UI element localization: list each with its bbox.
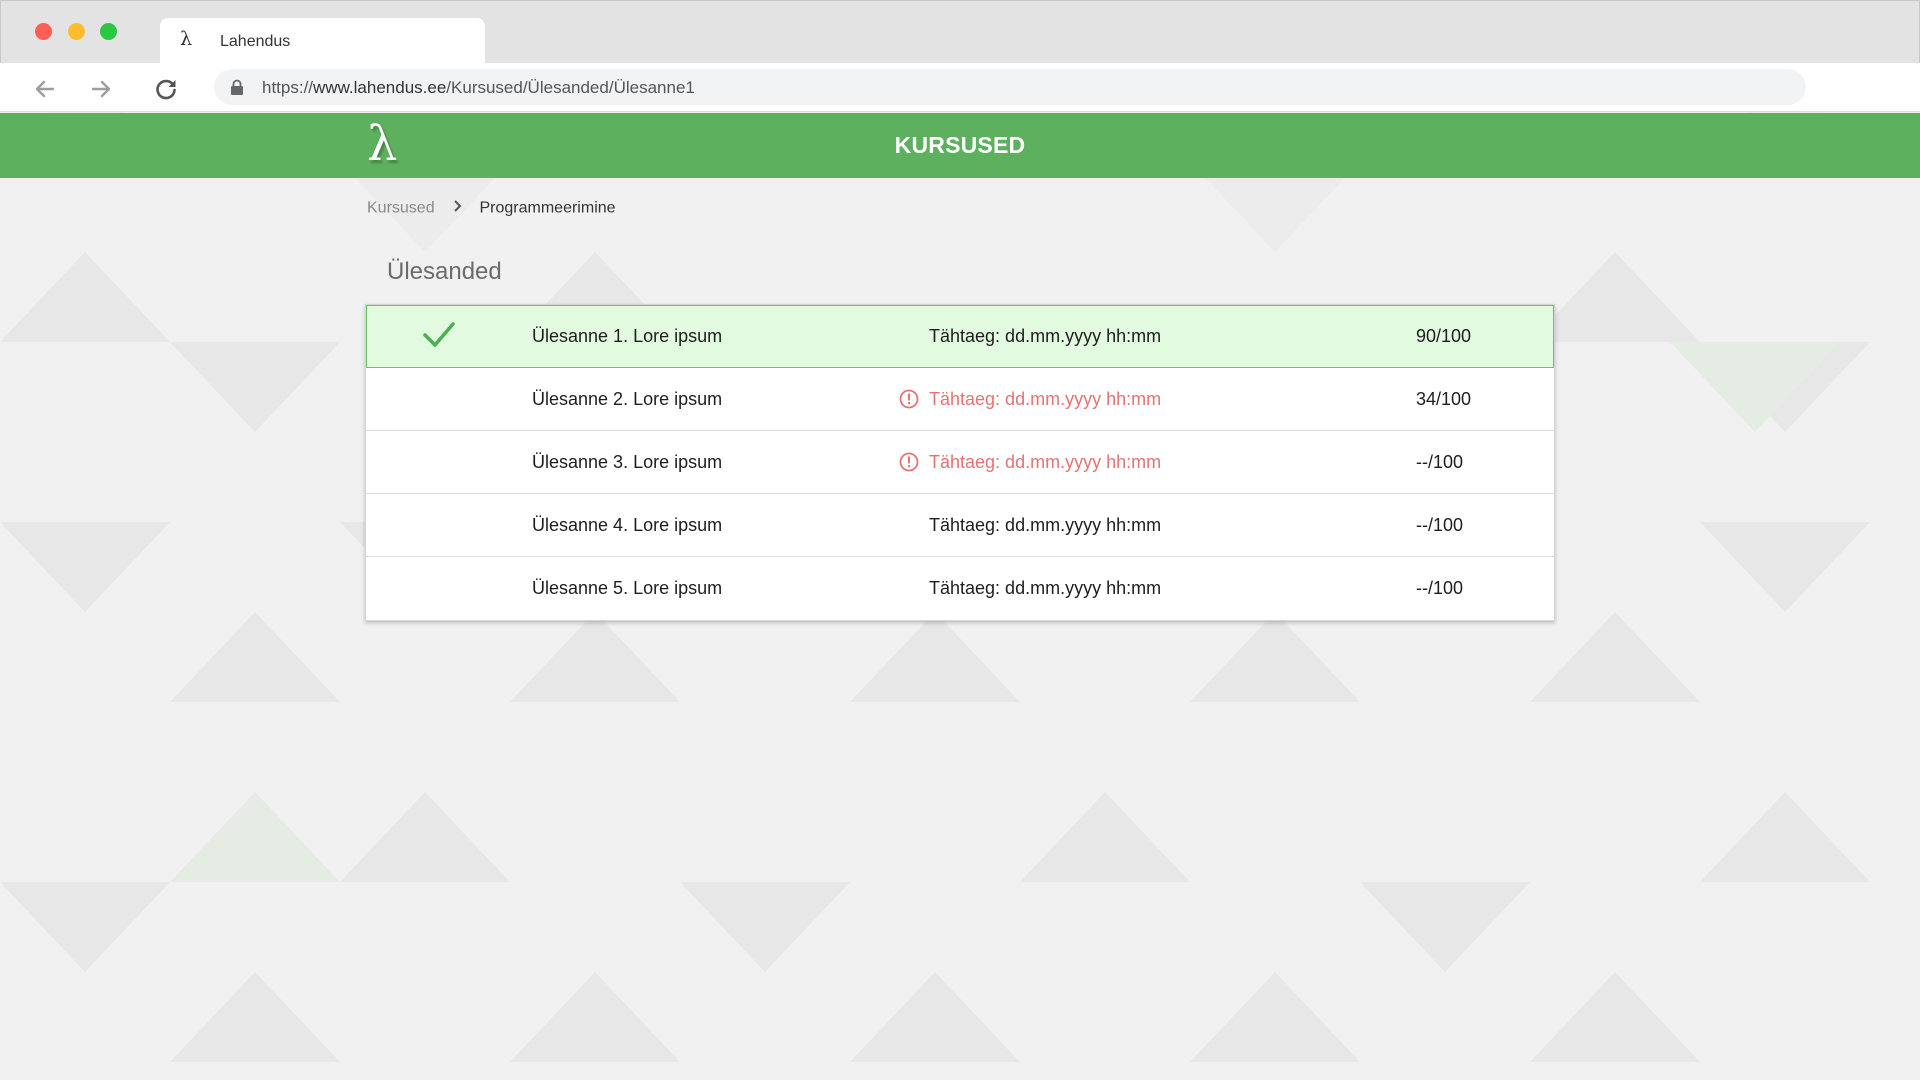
tab-title: Lahendus [220, 33, 291, 50]
url-text[interactable]: https://www.lahendus.ee/Kursused/Ülesand… [262, 78, 695, 98]
task-deadline: Tähtaeg: dd.mm.yyyy hh:mm [929, 452, 1162, 472]
task-score: --/100 [1416, 452, 1464, 472]
breadcrumb: Kursused Programmeerimine [367, 199, 616, 218]
breadcrumb-current: Programmeerimine [479, 199, 616, 217]
url-path: /Kursused/Ülesanded/Ülesanne1 [446, 78, 695, 97]
task-deadline: Tähtaeg: dd.mm.yyyy hh:mm [929, 389, 1162, 409]
url-host: www.lahendus.ee [313, 78, 447, 97]
browser-titlebar: λ Lahendus [0, 0, 1920, 64]
task-score: 90/100 [1416, 326, 1472, 346]
task-row[interactable]: Ülesanne 4. Lore ipsum Tähtaeg: dd.mm.yy… [366, 494, 1554, 557]
lambda-favicon-icon: λ [180, 28, 193, 50]
task-deadline: Tähtaeg: dd.mm.yyyy hh:mm [929, 578, 1162, 598]
task-score: --/100 [1416, 515, 1464, 535]
task-name: Ülesanne 5. Lore ipsum [532, 578, 723, 598]
page-title: KURSUSED [894, 132, 1026, 158]
breadcrumb-link-kursused[interactable]: Kursused [367, 200, 435, 217]
task-list: Ülesanne 1. Lore ipsum Tähtaeg: dd.mm.yy… [365, 304, 1555, 621]
browser-tab[interactable]: λ Lahendus [160, 18, 485, 64]
address-bar[interactable]: https://www.lahendus.ee/Kursused/Ülesand… [214, 69, 1806, 105]
task-name: Ülesanne 3. Lore ipsum [532, 452, 723, 472]
task-score: --/100 [1416, 578, 1464, 598]
task-name: Ülesanne 4. Lore ipsum [532, 515, 723, 535]
task-row[interactable]: Ülesanne 1. Lore ipsum Tähtaeg: dd.mm.yy… [366, 305, 1554, 368]
url-scheme: https:// [262, 78, 314, 97]
arrow-right-icon[interactable] [87, 75, 115, 103]
task-row[interactable]: Ülesanne 5. Lore ipsum Tähtaeg: dd.mm.yy… [366, 557, 1554, 620]
checkmark-icon [422, 320, 456, 350]
lock-icon [230, 79, 244, 95]
section-title: Ülesanded [387, 258, 502, 285]
task-row[interactable]: Ülesanne 2. Lore ipsum Tähtaeg: dd.mm.yy… [366, 368, 1554, 431]
task-row[interactable]: Ülesanne 3. Lore ipsum Tähtaeg: dd.mm.yy… [366, 431, 1554, 494]
alert-circle-icon [899, 452, 919, 472]
chevron-right-icon [453, 199, 463, 218]
browser-toolbar: https://www.lahendus.ee/Kursused/Ülesand… [0, 63, 1920, 112]
task-name: Ülesanne 1. Lore ipsum [532, 326, 723, 346]
maximize-window-button[interactable] [100, 23, 117, 40]
task-deadline: Tähtaeg: dd.mm.yyyy hh:mm [929, 326, 1162, 346]
app-header: λ KURSUSED [0, 113, 1920, 178]
task-score: 34/100 [1416, 389, 1472, 409]
reload-icon[interactable] [152, 75, 180, 103]
task-deadline: Tähtaeg: dd.mm.yyyy hh:mm [929, 515, 1162, 535]
minimize-window-button[interactable] [68, 23, 85, 40]
alert-circle-icon [899, 389, 919, 409]
task-name: Ülesanne 2. Lore ipsum [532, 389, 723, 409]
close-window-button[interactable] [35, 23, 52, 40]
arrow-left-icon[interactable] [31, 75, 59, 103]
